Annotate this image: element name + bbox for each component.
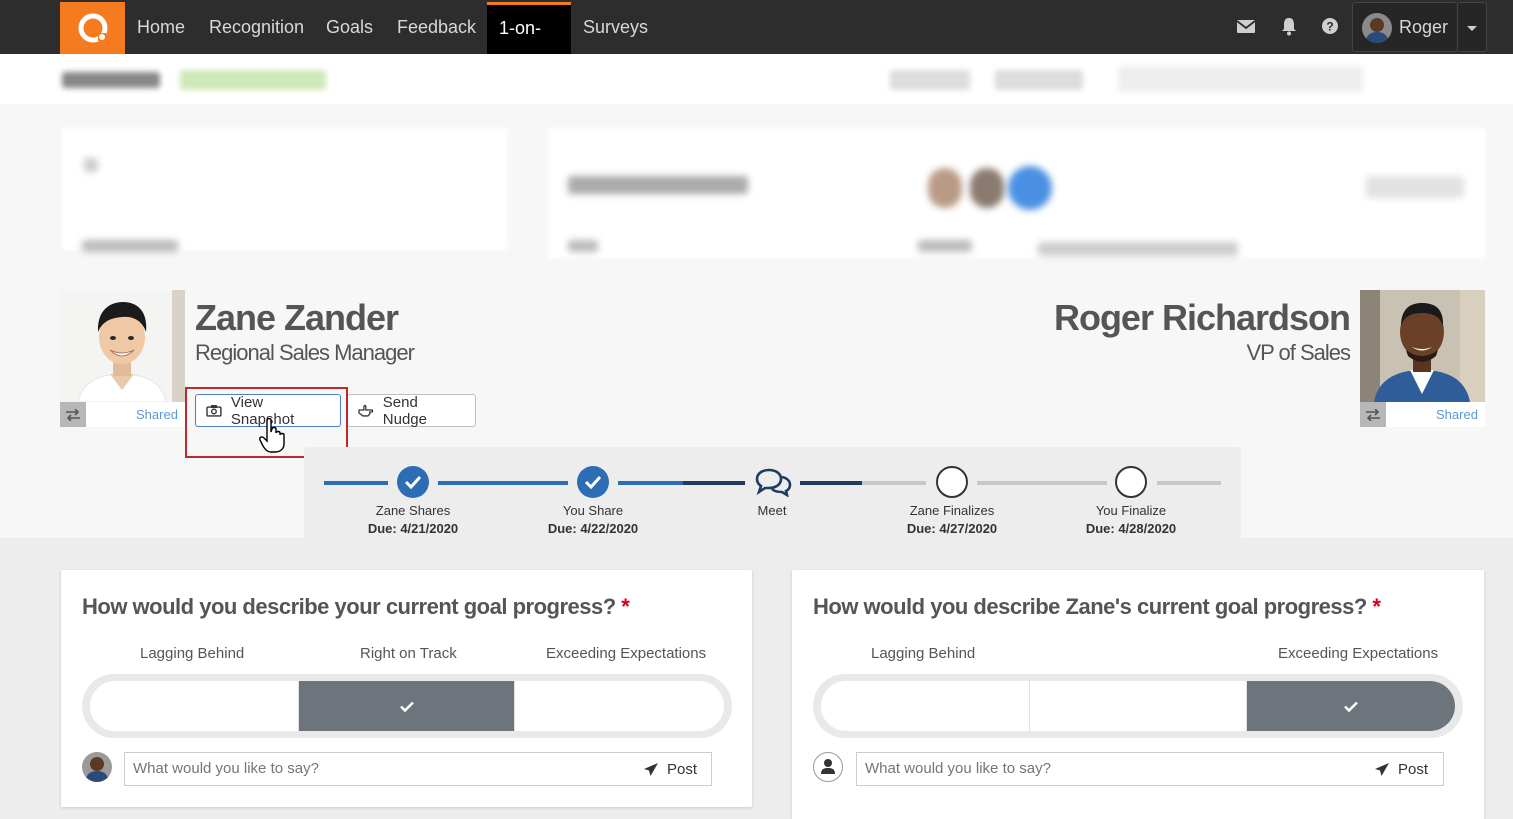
mail-icon[interactable] bbox=[1235, 15, 1257, 37]
bell-icon[interactable] bbox=[1278, 15, 1300, 37]
blurred-button bbox=[995, 70, 1083, 90]
manager-photo bbox=[1360, 290, 1485, 402]
question-title: How would you describe your current goal… bbox=[82, 594, 630, 619]
default-avatar-icon bbox=[813, 752, 843, 782]
stepper-line bbox=[977, 481, 1107, 485]
rating-option-lagging[interactable] bbox=[90, 681, 299, 731]
swap-button[interactable] bbox=[1360, 402, 1386, 427]
nav-goals[interactable]: Goals bbox=[314, 2, 385, 54]
blurred-subheader bbox=[0, 54, 1513, 104]
stepper-line bbox=[618, 481, 683, 485]
blurred-title bbox=[62, 72, 160, 88]
commenter-avatar bbox=[82, 752, 112, 782]
scale-label-exceeding: Exceeding Expectations bbox=[546, 645, 707, 662]
send-nudge-label: Send Nudge bbox=[382, 393, 427, 428]
scale-label-lagging: Lagging Behind bbox=[140, 645, 245, 662]
post-button[interactable]: Post bbox=[643, 753, 697, 785]
blurred-badge bbox=[180, 70, 326, 90]
step-1-label: Zane Shares bbox=[375, 503, 451, 518]
nav-recognition[interactable]: Recognition bbox=[197, 2, 316, 54]
step-5-pending-icon bbox=[1115, 466, 1147, 498]
user-menu-button[interactable]: Roger bbox=[1352, 2, 1458, 52]
rating-option-lagging[interactable] bbox=[821, 681, 1030, 731]
step-3-label: Meet bbox=[757, 503, 787, 518]
post-button[interactable]: Post bbox=[1374, 753, 1428, 785]
rating-scale bbox=[82, 674, 732, 738]
user-menu-caret[interactable] bbox=[1458, 2, 1487, 52]
rating-option-exceeding[interactable] bbox=[1247, 681, 1455, 731]
employee-photo-card: Shared bbox=[60, 290, 185, 427]
stepper-line bbox=[800, 481, 862, 485]
scale-label-on-track: Right on Track bbox=[360, 645, 457, 662]
rating-option-on-track[interactable] bbox=[1030, 681, 1247, 731]
nudge-hand-icon bbox=[358, 404, 374, 417]
step-4-pending-icon bbox=[936, 466, 968, 498]
step-1-check-icon bbox=[397, 466, 429, 498]
step-5-label: You Finalize bbox=[1095, 503, 1167, 518]
swap-arrows-icon bbox=[1366, 408, 1380, 421]
blurred-card bbox=[548, 128, 1486, 258]
manager-title: VP of Sales bbox=[1246, 340, 1351, 365]
swap-arrows-icon bbox=[66, 408, 80, 421]
help-icon[interactable]: ? bbox=[1319, 15, 1341, 37]
nav-feedback[interactable]: Feedback bbox=[385, 2, 488, 54]
comment-input[interactable] bbox=[124, 752, 712, 786]
app-logo[interactable] bbox=[60, 2, 125, 54]
step-1-due: Due: 4/21/2020 bbox=[367, 521, 459, 536]
step-2-label: You Share bbox=[562, 503, 624, 518]
rating-option-on-track[interactable] bbox=[299, 681, 515, 731]
user-name: Roger bbox=[1399, 17, 1449, 37]
rating-option-exceeding[interactable] bbox=[515, 681, 724, 731]
employee-photo bbox=[60, 290, 185, 402]
nav-1-on-1s[interactable]: 1-on-1s bbox=[487, 2, 571, 84]
employee-name: Zane Zander bbox=[195, 297, 399, 338]
check-icon bbox=[1344, 701, 1358, 712]
send-icon bbox=[1375, 762, 1389, 776]
step-3-chat-icon bbox=[754, 466, 792, 498]
nav-surveys[interactable]: Surveys bbox=[571, 2, 660, 54]
employee-title: Regional Sales Manager bbox=[195, 340, 415, 365]
step-2-check-icon bbox=[577, 466, 609, 498]
check-icon bbox=[399, 701, 414, 712]
question-card-self: How would you describe your current goal… bbox=[61, 570, 752, 807]
blurred-card bbox=[62, 128, 507, 252]
scale-label-lagging: Lagging Behind bbox=[871, 645, 976, 662]
step-4-label: Zane Finalizes bbox=[909, 503, 995, 518]
hand-cursor-icon bbox=[259, 418, 285, 453]
stepper-line bbox=[683, 481, 745, 485]
nav-home[interactable]: Home bbox=[125, 2, 197, 54]
swap-button[interactable] bbox=[60, 402, 86, 427]
blurred-button bbox=[890, 70, 970, 90]
send-nudge-button[interactable]: Send Nudge bbox=[347, 393, 476, 428]
step-4-due: Due: 4/27/2020 bbox=[906, 521, 998, 536]
top-navbar: Home Recognition Goals Feedback 1-on-1s … bbox=[0, 0, 1513, 84]
manager-name: Roger Richardson bbox=[1053, 297, 1351, 338]
svg-text:?: ? bbox=[1326, 20, 1333, 34]
user-avatar bbox=[1362, 13, 1392, 43]
stepper-line bbox=[324, 481, 388, 485]
comment-input[interactable] bbox=[856, 752, 1444, 786]
caret-down-icon bbox=[1467, 26, 1477, 31]
step-5-due: Due: 4/28/2020 bbox=[1085, 521, 1177, 536]
send-icon bbox=[644, 762, 658, 776]
stepper-line bbox=[862, 481, 926, 485]
manager-photo-card: Shared bbox=[1360, 290, 1485, 427]
blurred-search bbox=[1118, 66, 1363, 92]
question-title: How would you describe Zane's current go… bbox=[813, 594, 1381, 619]
logo-icon bbox=[78, 13, 107, 43]
stepper-line bbox=[1157, 481, 1221, 485]
step-2-due: Due: 4/22/2020 bbox=[547, 521, 639, 536]
post-label: Post bbox=[667, 760, 698, 778]
question-card-employee: How would you describe Zane's current go… bbox=[792, 570, 1484, 819]
scale-label-exceeding: Exceeding Expectations bbox=[1278, 645, 1439, 662]
stepper-line bbox=[438, 481, 568, 485]
employee-shared-label: Shared bbox=[136, 407, 178, 422]
manager-shared-label: Shared bbox=[1436, 407, 1478, 422]
post-label: Post bbox=[1398, 760, 1429, 778]
rating-scale bbox=[813, 674, 1463, 738]
